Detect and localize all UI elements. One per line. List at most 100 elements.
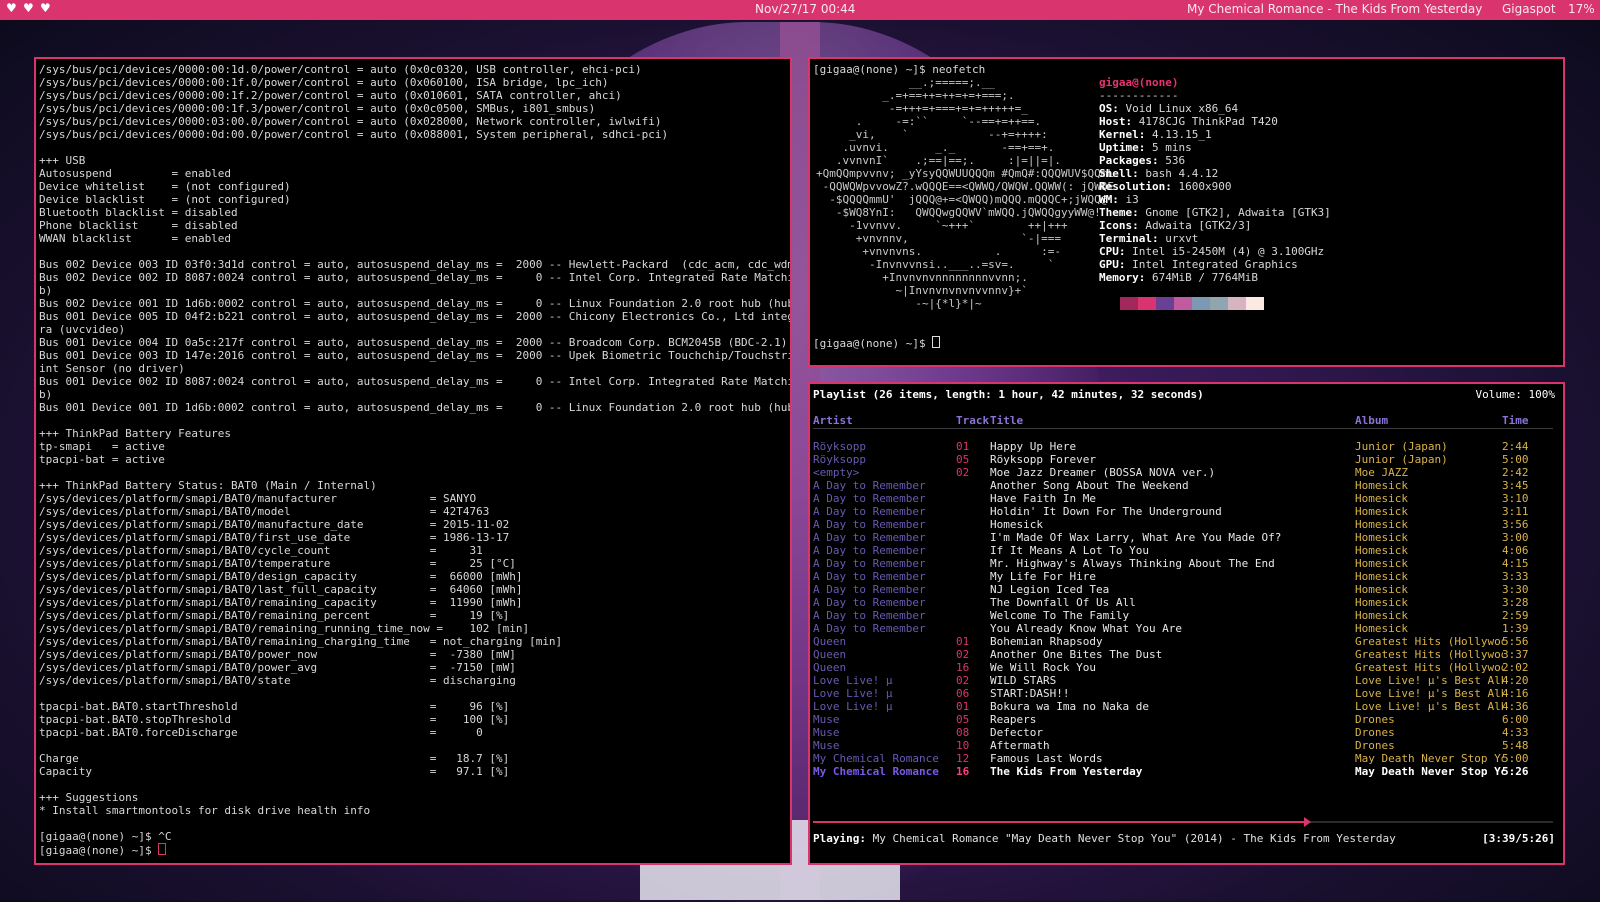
cell-artist: A Day to Remember (813, 570, 926, 583)
output-line: /sys/devices/platform/smapi/BAT0/remaini… (39, 622, 530, 635)
output-line: Bus 001 Device 005 ID 04f2:b221 control … (39, 310, 792, 323)
cell-artist: A Day to Remember (813, 622, 926, 635)
user-host: gigaa@(none) (1099, 76, 1179, 89)
workspace-2-heart-icon[interactable]: ♥ (23, 1, 34, 15)
progress-bar[interactable] (813, 817, 1553, 827)
info-key: Kernel (1099, 128, 1139, 141)
battery-level: 17% (1568, 2, 1595, 16)
output-line: +++ Suggestions (39, 791, 139, 804)
cell-track: 02 (956, 466, 970, 479)
playlist-row[interactable]: My Chemical Romance 12 Famous Last Words Ma… (813, 752, 1553, 765)
playlist-row[interactable]: Röyksopp 01 Happy Up Here Junior (Japan) 2:4… (813, 440, 1553, 453)
music-player[interactable]: Playlist (26 items, length: 1 hour, 42 m… (808, 382, 1565, 865)
cell-album: Love Live! μ's Best Albu (1355, 674, 1503, 687)
col-artist[interactable]: Artist (813, 414, 853, 427)
status-label: Playing: (813, 832, 866, 845)
cell-title: WILD STARS (990, 674, 1057, 687)
output-line: Bus 002 Device 002 ID 8087:0024 control … (39, 271, 792, 284)
cell-time: 4:20 (1502, 674, 1529, 687)
playlist-row[interactable]: A Day to Remember Another Song About The … (813, 479, 1553, 492)
cell-title: Moe Jazz Dreamer (BOSSA NOVA ver.) (990, 466, 1216, 479)
cell-time: 5:56 (1502, 635, 1529, 648)
cell-title: Holdin' It Down For The Underground (990, 505, 1222, 518)
playlist-row[interactable]: A Day to Remember If It Means A Lot To Yo… (813, 544, 1553, 557)
output-line: tpacpi-bat.BAT0.stopThreshold = 100 [%] (39, 713, 510, 726)
playlist-row[interactable]: Queen 01 Bohemian Rhapsody Greatest Hits (H… (813, 635, 1553, 648)
color-swatch (1210, 297, 1228, 310)
info-row: Terminal: urxvt (1099, 232, 1199, 245)
playlist-row[interactable]: Muse 05 Reapers Drones 6:00 (813, 713, 1553, 726)
info-row: Host: 4178CJG ThinkPad T420 (1099, 115, 1278, 128)
cell-artist: A Day to Remember (813, 544, 926, 557)
playlist-row[interactable]: Love Live! μ 01 Bokura wa Ima no Naka de Lo… (813, 700, 1553, 713)
shell-prompt[interactable]: [gigaa@(none) ~]$ (813, 336, 941, 350)
col-title[interactable]: Title (990, 414, 1023, 427)
info-value: 536 (1165, 154, 1186, 167)
playlist-row-playing[interactable]: My Chemical Romance 16 The Kids From Yeste… (813, 765, 1553, 778)
volume-indicator[interactable]: Volume: 100% (1476, 388, 1555, 401)
cell-artist: A Day to Remember (813, 557, 926, 570)
output-line: /sys/bus/pci/devices/0000:00:1f.3/power/… (39, 102, 596, 115)
cell-time: 2:42 (1502, 466, 1529, 479)
cell-artist: Muse (813, 713, 840, 726)
cell-artist: <empty> (813, 466, 860, 479)
cell-album: Love Live! μ's Best Albu (1355, 687, 1503, 700)
playlist-row[interactable]: A Day to Remember You Already Know What Y… (813, 622, 1553, 635)
ascii-line: _.=+==++=++=+=+===;. (816, 89, 1015, 102)
workspace-1-heart-icon[interactable]: ♥ (6, 1, 17, 15)
cell-album: Homesick (1355, 596, 1408, 609)
playlist: Röyksopp 01 Happy Up Here Junior (Japan) 2:4… (813, 440, 1553, 778)
cell-time: 3:56 (1502, 518, 1529, 531)
playlist-row[interactable]: Muse 10 Aftermath Drones 5:48 (813, 739, 1553, 752)
playlist-row[interactable]: A Day to Remember Homesick Homesick 3:56 (813, 518, 1553, 531)
cell-time: 4:06 (1502, 544, 1529, 557)
cell-title: Bokura wa Ima no Naka de (990, 700, 1149, 713)
terminal-tlp-stat[interactable]: /sys/bus/pci/devices/0000:00:1d.0/power/… (34, 57, 792, 865)
cell-artist: A Day to Remember (813, 479, 926, 492)
playlist-row[interactable]: Queen 02 Another One Bites The Dust Greates… (813, 648, 1553, 661)
playlist-row[interactable]: Muse 08 Defector Drones 4:33 (813, 726, 1553, 739)
cell-title: Another One Bites The Dust (990, 648, 1163, 661)
playlist-row[interactable]: Love Live! μ 06 START:DASH!! Love Live! μ's… (813, 687, 1553, 700)
output-line: Bus 002 Device 001 ID 1d6b:0002 control … (39, 297, 792, 310)
cell-artist: Queen (813, 635, 847, 648)
cell-artist: My Chemical Romance (813, 765, 939, 778)
info-value: 674MiB / 7764MiB (1152, 271, 1258, 284)
cell-track: 02 (956, 674, 970, 687)
cell-artist: Röyksopp (813, 440, 866, 453)
playlist-row[interactable]: A Day to Remember My Life For Hire Homesic… (813, 570, 1553, 583)
cell-artist: A Day to Remember (813, 596, 926, 609)
shell-prompt[interactable]: [gigaa@(none) ~]$ (39, 843, 790, 857)
col-time[interactable]: Time (1502, 414, 1529, 427)
playlist-row[interactable]: A Day to Remember I'm Made Of Wax Larry, … (813, 531, 1553, 544)
info-row: Icons: Adwaita [GTK2/3] (1099, 219, 1252, 232)
info-value: Gnome [GTK2], Adwaita [GTK3] (1145, 206, 1331, 219)
playlist-row[interactable]: A Day to Remember The Downfall Of Us All H… (813, 596, 1553, 609)
color-swatch (1156, 297, 1174, 310)
playlist-row[interactable]: Röyksopp 05 Röyksopp Forever Junior (Japan)… (813, 453, 1553, 466)
terminal-neofetch[interactable]: [gigaa@(none) ~]$ neofetch __.;=====;.__… (808, 57, 1565, 367)
playlist-row[interactable]: Love Live! μ 02 WILD STARS Love Live! μ's B… (813, 674, 1553, 687)
separator: ------------ (1099, 89, 1179, 102)
cursor (932, 336, 941, 348)
col-album[interactable]: Album (1355, 414, 1388, 427)
playlist-row[interactable]: A Day to Remember Welcome To The Family Ho… (813, 609, 1553, 622)
cell-time: 5:48 (1502, 739, 1529, 752)
playlist-row[interactable]: A Day to Remember Holdin' It Down For The… (813, 505, 1553, 518)
playlist-row[interactable]: A Day to Remember Have Faith In Me Homesic… (813, 492, 1553, 505)
cell-track: 01 (956, 635, 970, 648)
playlist-row[interactable]: A Day to Remember NJ Legion Iced Tea Homes… (813, 583, 1553, 596)
cell-artist: A Day to Remember (813, 609, 926, 622)
output-line: /sys/devices/platform/smapi/BAT0/state =… (39, 674, 516, 687)
now-playing: My Chemical Romance - The Kids From Yest… (1187, 2, 1483, 16)
playlist-row[interactable]: Queen 16 We Will Rock You Greatest Hits (Ho… (813, 661, 1553, 674)
col-track[interactable]: Track (956, 414, 989, 427)
cell-time: 2:59 (1502, 609, 1529, 622)
playlist-row[interactable]: <empty> 02 Moe Jazz Dreamer (BOSSA NOVA ve… (813, 466, 1553, 479)
workspace-3-heart-icon[interactable]: ♥ (40, 1, 51, 15)
output-line: Bus 001 Device 003 ID 147e:2016 control … (39, 349, 792, 362)
cell-time: 2:44 (1502, 440, 1529, 453)
cell-title: We Will Rock You (990, 661, 1096, 674)
playlist-row[interactable]: A Day to Remember Mr. Highway's Always Th… (813, 557, 1553, 570)
